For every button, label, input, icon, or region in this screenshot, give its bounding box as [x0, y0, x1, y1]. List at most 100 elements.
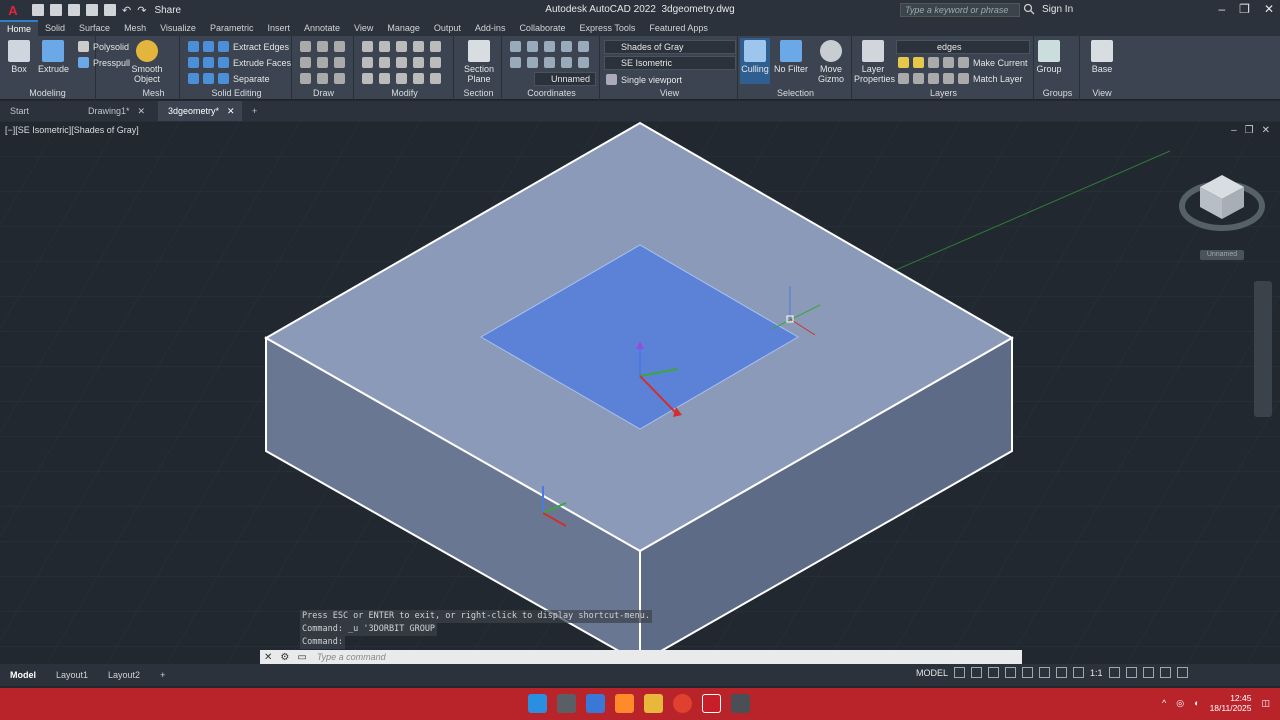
network-icon[interactable]: ◎	[1176, 698, 1184, 709]
open-icon[interactable]	[50, 4, 62, 16]
new-icon[interactable]	[32, 4, 44, 16]
navigation-bar[interactable]	[1254, 281, 1272, 417]
panel-title-coordinates[interactable]: Coordinates	[504, 88, 599, 98]
make-current-button[interactable]: Make Current	[898, 57, 1028, 68]
firefox-icon[interactable]	[615, 694, 634, 713]
minimize-icon[interactable]: –	[1218, 2, 1225, 16]
tab-collaborate[interactable]: Collaborate	[512, 20, 572, 36]
tab-annotate[interactable]: Annotate	[297, 20, 347, 36]
file-explorer-icon[interactable]	[644, 694, 663, 713]
drawing-viewport[interactable]: [−][SE Isometric][Shades of Gray] – ❐ ✕ …	[0, 121, 1280, 663]
tab-solid[interactable]: Solid	[38, 20, 72, 36]
tab-featured-apps[interactable]: Featured Apps	[642, 20, 715, 36]
ucs-name-badge[interactable]: Unnamed	[1200, 250, 1244, 260]
add-layout-button[interactable]: +	[150, 670, 175, 680]
extrude-button[interactable]: Extrude	[38, 40, 69, 74]
minimize-viewport-icon[interactable]: –	[1231, 125, 1237, 136]
signin-button[interactable]: Sign In	[1042, 4, 1073, 15]
plus-icon[interactable]	[1125, 667, 1137, 678]
clock[interactable]: 12:45 18/11/2025	[1210, 693, 1252, 713]
view-dropdown[interactable]: SE Isometric	[604, 56, 736, 70]
workspace-gear-icon[interactable]	[1108, 667, 1120, 678]
close-tab-icon[interactable]: ✕	[227, 101, 235, 121]
tab-insert[interactable]: Insert	[260, 20, 297, 36]
layer-dropdown[interactable]: edges	[896, 40, 1030, 54]
panel-title-view-base[interactable]: View	[1080, 88, 1124, 98]
close-command-icon[interactable]: ✕	[264, 652, 272, 663]
notification-icon[interactable]: ◫	[1261, 698, 1270, 709]
autocad-logo-icon[interactable]: A	[4, 1, 22, 19]
section-plane-button[interactable]: Section Plane	[460, 40, 498, 84]
viewport-controls-label[interactable]: [−][SE Isometric][Shades of Gray]	[5, 125, 139, 135]
panel-title-draw[interactable]: Draw	[294, 88, 353, 98]
move-gizmo-button[interactable]: Move Gizmo	[814, 40, 848, 84]
tab-home[interactable]: Home	[0, 20, 39, 36]
grid-icon[interactable]	[954, 667, 966, 678]
lineweight-icon[interactable]	[1056, 667, 1068, 678]
tab-mesh[interactable]: Mesh	[117, 20, 153, 36]
command-input[interactable]: Type a command	[317, 652, 386, 662]
doc-tab-start[interactable]: Start	[0, 101, 78, 121]
search-input[interactable]: Type a keyword or phrase	[900, 3, 1020, 17]
save-icon[interactable]	[68, 4, 80, 16]
panel-title-selection[interactable]: Selection	[740, 88, 851, 98]
base-button[interactable]: Base	[1088, 40, 1116, 74]
ortho-icon[interactable]	[988, 667, 1000, 678]
extract-edges-button[interactable]: Extract Edges	[188, 41, 289, 52]
customize-icon[interactable]: ⚙	[280, 652, 289, 663]
layer-properties-button[interactable]: Layer Properties	[854, 40, 895, 84]
osnap-icon[interactable]	[1022, 667, 1034, 678]
new-tab-button[interactable]: +	[242, 101, 267, 121]
tab-layout2[interactable]: Layout2	[98, 670, 150, 680]
panel-title-modify[interactable]: Modify	[356, 88, 453, 98]
restore-icon[interactable]: ❐	[1239, 2, 1250, 16]
tab-layout1[interactable]: Layout1	[46, 670, 98, 680]
panel-title-view[interactable]: View	[602, 88, 737, 98]
draw-tools[interactable]	[300, 41, 345, 52]
polar-icon[interactable]	[1005, 667, 1017, 678]
otrack-icon[interactable]	[1039, 667, 1051, 678]
culling-button[interactable]: Culling	[740, 38, 770, 84]
chrome-icon[interactable]	[673, 694, 692, 713]
tab-visualize[interactable]: Visualize	[153, 20, 203, 36]
separate-button[interactable]: Separate	[188, 73, 270, 84]
model-canvas[interactable]	[0, 121, 1280, 663]
plot-icon[interactable]	[104, 4, 116, 16]
extrude-faces-button[interactable]: Extrude Faces	[188, 57, 291, 68]
undo-icon[interactable]: ↶	[122, 4, 131, 17]
panel-title-mesh[interactable]: Mesh	[128, 88, 179, 98]
model-space-button[interactable]: MODEL	[916, 668, 948, 678]
saveas-icon[interactable]	[86, 4, 98, 16]
tab-output[interactable]: Output	[427, 20, 468, 36]
modify-tools[interactable]	[362, 41, 441, 52]
match-layer-button[interactable]: Match Layer	[898, 73, 1023, 84]
copilot-icon[interactable]	[586, 694, 605, 713]
group-button[interactable]: Group	[1036, 40, 1062, 74]
tab-express-tools[interactable]: Express Tools	[572, 20, 642, 36]
ucs-tools[interactable]	[510, 41, 589, 52]
redo-icon[interactable]: ↷	[137, 4, 146, 17]
volume-icon[interactable]: ◐	[1194, 698, 1199, 708]
tab-model[interactable]: Model	[0, 670, 46, 680]
recorder-icon[interactable]	[731, 694, 750, 713]
ucs-dropdown[interactable]: Unnamed	[534, 72, 596, 86]
autocad-taskbar-icon[interactable]	[702, 694, 721, 713]
presspull-button[interactable]: Presspull	[78, 57, 130, 68]
tab-manage[interactable]: Manage	[380, 20, 427, 36]
tab-view[interactable]: View	[347, 20, 380, 36]
fullscreen-icon[interactable]	[1159, 667, 1171, 678]
box-button[interactable]: Box	[6, 40, 32, 74]
task-view-icon[interactable]	[557, 694, 576, 713]
isolate-icon[interactable]	[1142, 667, 1154, 678]
viewport-config-button[interactable]: Single viewport	[606, 74, 682, 85]
polysolid-button[interactable]: Polysolid	[78, 41, 129, 52]
no-filter-button[interactable]: No Filter	[774, 40, 808, 74]
smooth-object-button[interactable]: Smooth Object	[130, 40, 164, 84]
close-viewport-icon[interactable]: ✕	[1262, 125, 1270, 136]
tab-surface[interactable]: Surface	[72, 20, 117, 36]
doc-tab-3dgeometry[interactable]: 3dgeometry* ✕	[158, 101, 242, 121]
visual-style-dropdown[interactable]: Shades of Gray	[604, 40, 736, 54]
panel-title-solid-editing[interactable]: Solid Editing	[182, 88, 291, 98]
panel-title-groups[interactable]: Groups	[1036, 88, 1079, 98]
snap-icon[interactable]	[971, 667, 983, 678]
